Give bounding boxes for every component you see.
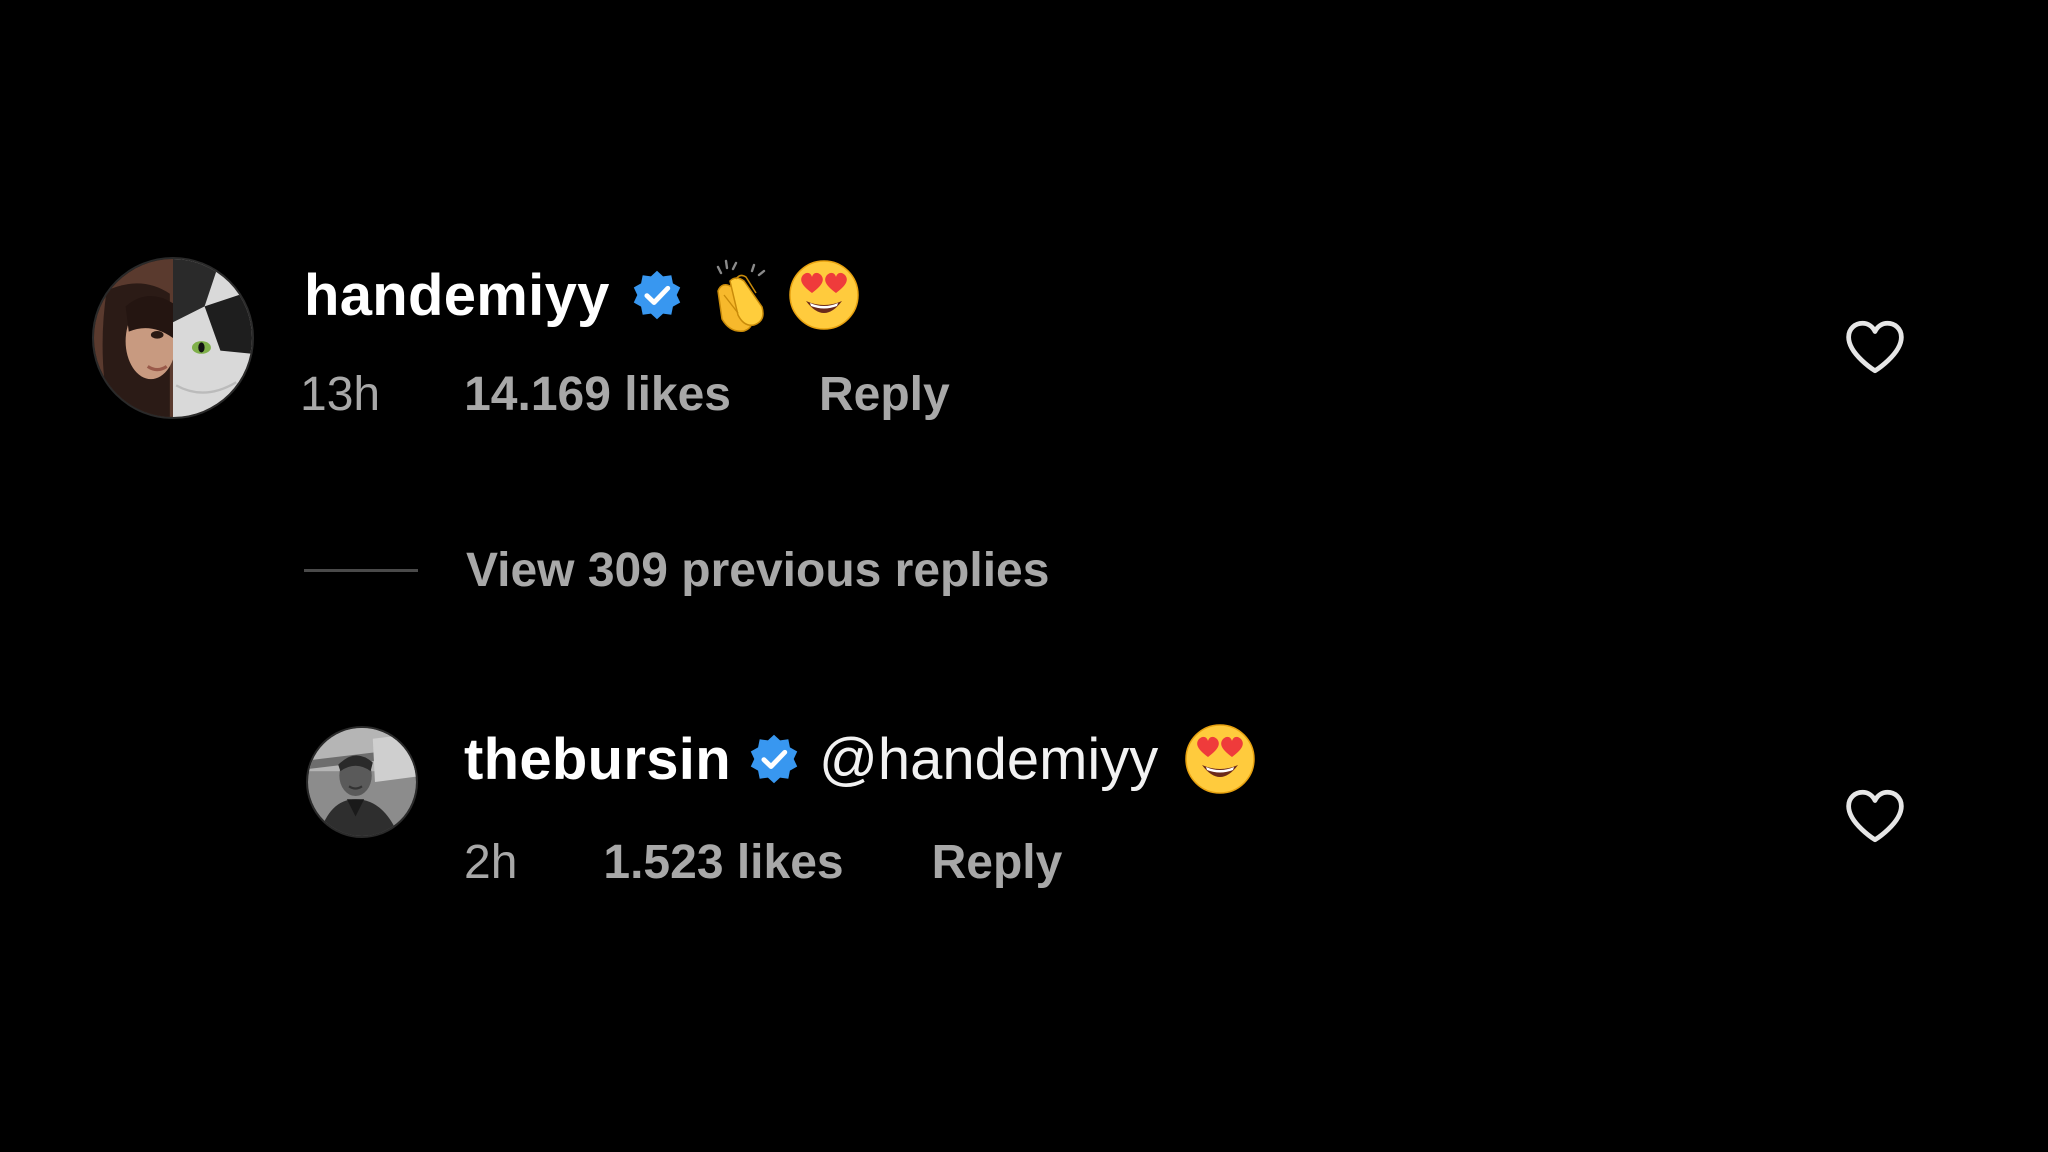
heart-outline-icon[interactable] xyxy=(1843,787,1907,845)
username[interactable]: handemiyy xyxy=(304,262,610,329)
username[interactable]: thebursin xyxy=(464,726,731,793)
comment-meta: 13h 14.169 likes Reply xyxy=(300,364,950,424)
heart-eyes-emoji xyxy=(788,259,860,331)
avatar-image xyxy=(308,728,416,836)
heart-eyes-emoji xyxy=(1184,723,1256,795)
timestamp: 13h xyxy=(300,367,381,421)
view-previous-replies[interactable]: View 309 previous replies xyxy=(304,540,1049,600)
comment-line: thebursin @handemiyy xyxy=(464,724,1256,794)
reply-button[interactable]: Reply xyxy=(932,835,1063,890)
comment-meta: 2h 1.523 likes Reply xyxy=(464,832,1062,892)
heart-outline-icon[interactable] xyxy=(1843,318,1907,376)
replies-divider xyxy=(304,568,418,572)
clapping-hands-emoji xyxy=(704,257,774,333)
timestamp: 2h xyxy=(464,835,518,889)
likes-count[interactable]: 1.523 likes xyxy=(603,835,843,890)
view-replies-label[interactable]: View 309 previous replies xyxy=(466,543,1049,598)
avatar[interactable] xyxy=(92,257,254,419)
comment-line: handemiyy xyxy=(304,257,860,333)
verified-badge-icon xyxy=(747,732,801,786)
avatar-image xyxy=(94,259,252,417)
avatar[interactable] xyxy=(306,726,418,838)
reply-button[interactable]: Reply xyxy=(819,367,950,422)
likes-count[interactable]: 14.169 likes xyxy=(464,367,731,422)
verified-badge-icon xyxy=(630,268,684,322)
comment-text[interactable]: @handemiyy xyxy=(819,726,1158,793)
